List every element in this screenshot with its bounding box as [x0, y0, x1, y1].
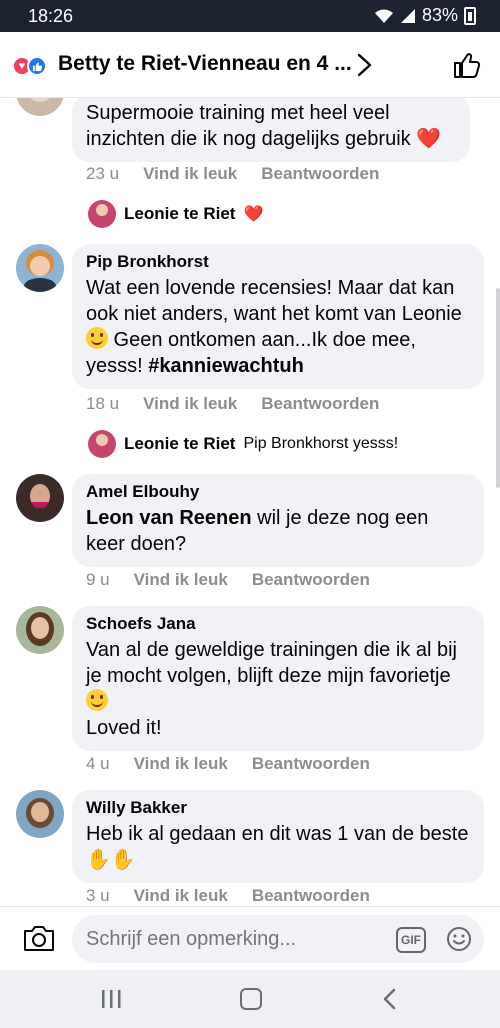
reply-text: Pip Bronkhorst yesss!: [243, 435, 399, 452]
signal-icon: [400, 8, 415, 23]
smiley-emoji-icon: [86, 327, 108, 349]
comment-text: Heb ik al gedaan en dit was 1 van de bes…: [86, 821, 470, 873]
camera-icon[interactable]: [22, 923, 56, 953]
comment-time: 4 u: [86, 754, 110, 773]
reply-link[interactable]: Beantwoorden: [252, 754, 370, 774]
comment-author[interactable]: Willy Bakker: [86, 798, 470, 818]
comment-author[interactable]: Schoefs Jana: [86, 614, 470, 634]
comment-bubble: Pip Bronkhorst Wat een lovende recensies…: [72, 244, 484, 389]
wifi-icon: [374, 9, 393, 23]
comment-actions: 18 u Vind ik leuk Beantwoorden: [86, 394, 379, 414]
status-bar: 18:26 83%: [0, 0, 500, 32]
smiley-emoji-icon: [86, 689, 108, 711]
like-link[interactable]: Vind ik leuk: [134, 570, 228, 590]
battery-percent: 83%: [421, 5, 458, 25]
avatar[interactable]: [16, 790, 64, 838]
comment-author[interactable]: Pip Bronkhorst: [86, 252, 470, 272]
avatar: [88, 200, 116, 228]
comment-text: Leon van Reenen wil je deze nog een keer…: [86, 505, 470, 557]
comment-time: 23 u: [86, 164, 120, 183]
reply-link[interactable]: Beantwoorden: [261, 394, 379, 414]
comment-bubble: Supermooie training met heel veel inzich…: [72, 98, 470, 162]
scrollbar[interactable]: [496, 288, 500, 488]
status-time: 18:26: [28, 6, 74, 26]
like-reaction-icon: [27, 56, 47, 76]
comment-actions: 9 u Vind ik leuk Beantwoorden: [86, 570, 370, 590]
avatar[interactable]: [16, 244, 64, 292]
comment-actions: 23 u Vind ik leuk Beantwoorden: [86, 164, 379, 184]
like-link[interactable]: Vind ik leuk: [143, 164, 237, 184]
avatar: [88, 430, 116, 458]
comment-time: 9 u: [86, 570, 110, 589]
raised-hands-emoji-icon: ✋✋: [86, 849, 136, 871]
reaction-icons: ♥: [12, 56, 47, 76]
comment-text: Van al de geweldige trainingen die ik al…: [86, 637, 470, 741]
comment-actions: 3 u Vind ik leuk Beantwoorden: [86, 886, 370, 906]
comment-text: Wat een lovende recensies! Maar dat kan …: [86, 275, 470, 379]
comment-input[interactable]: [86, 915, 386, 963]
header: ♥ Betty te Riet-Vienneau en 4 ...: [0, 32, 500, 98]
like-link[interactable]: Vind ik leuk: [134, 886, 228, 906]
comment-input-container[interactable]: GIF: [72, 915, 484, 963]
like-link[interactable]: Vind ik leuk: [134, 754, 228, 774]
reply-link[interactable]: Beantwoorden: [252, 570, 370, 590]
recent-apps-icon[interactable]: [100, 990, 122, 1008]
reactors-title[interactable]: Betty te Riet-Vienneau en 4 ...: [58, 52, 352, 76]
comment-bubble: Schoefs Jana Van al de geweldige trainin…: [72, 606, 484, 751]
reply-preview[interactable]: Leonie te Riet ❤️: [88, 200, 263, 228]
comment-text-part: Van al de geweldige trainingen die ik al…: [86, 639, 457, 687]
comment-author[interactable]: Amel Elbouhy: [86, 482, 470, 502]
hashtag-link[interactable]: #kanniewachtuh: [148, 355, 304, 377]
avatar[interactable]: [16, 474, 64, 522]
avatar[interactable]: [16, 98, 64, 116]
back-icon[interactable]: [382, 988, 398, 1010]
comment-time: 3 u: [86, 886, 110, 905]
gif-icon[interactable]: GIF: [396, 927, 426, 953]
navigation-bar: [0, 970, 500, 1028]
comment-composer: GIF: [0, 906, 500, 970]
comment-bubble: Willy Bakker Heb ik al gedaan en dit was…: [72, 790, 484, 883]
comment-actions: 4 u Vind ik leuk Beantwoorden: [86, 754, 370, 774]
avatar[interactable]: [16, 606, 64, 654]
thumbs-up-icon[interactable]: [452, 50, 482, 80]
reply-link[interactable]: Beantwoorden: [252, 886, 370, 906]
comment-text-part: Wat een lovende recensies! Maar dat kan …: [86, 277, 462, 325]
comment-bubble: Amel Elbouhy Leon van Reenen wil je deze…: [72, 474, 484, 567]
mention-link[interactable]: Leon van Reenen: [86, 507, 252, 529]
status-indicators: 83%: [374, 5, 476, 26]
chevron-right-icon[interactable]: [352, 52, 376, 78]
comment-text: Supermooie training met heel veel inzich…: [86, 102, 442, 150]
home-icon[interactable]: [240, 988, 262, 1010]
comments-list: Supermooie training met heel veel inzich…: [0, 98, 500, 906]
comment-text-part: Heb ik al gedaan en dit was 1 van de bes…: [86, 823, 469, 845]
reply-link[interactable]: Beantwoorden: [261, 164, 379, 184]
emoji-icon[interactable]: [446, 926, 472, 952]
like-link[interactable]: Vind ik leuk: [143, 394, 237, 414]
comment-text-part: Loved it!: [86, 717, 162, 739]
battery-icon: [464, 6, 476, 25]
comment-time: 18 u: [86, 394, 120, 413]
reply-author: Leonie te Riet: [124, 204, 236, 223]
reply-author: Leonie te Riet: [124, 434, 236, 453]
reply-preview[interactable]: Leonie te Riet Pip Bronkhorst yesss!: [88, 430, 398, 458]
reply-text: ❤️: [243, 206, 264, 223]
